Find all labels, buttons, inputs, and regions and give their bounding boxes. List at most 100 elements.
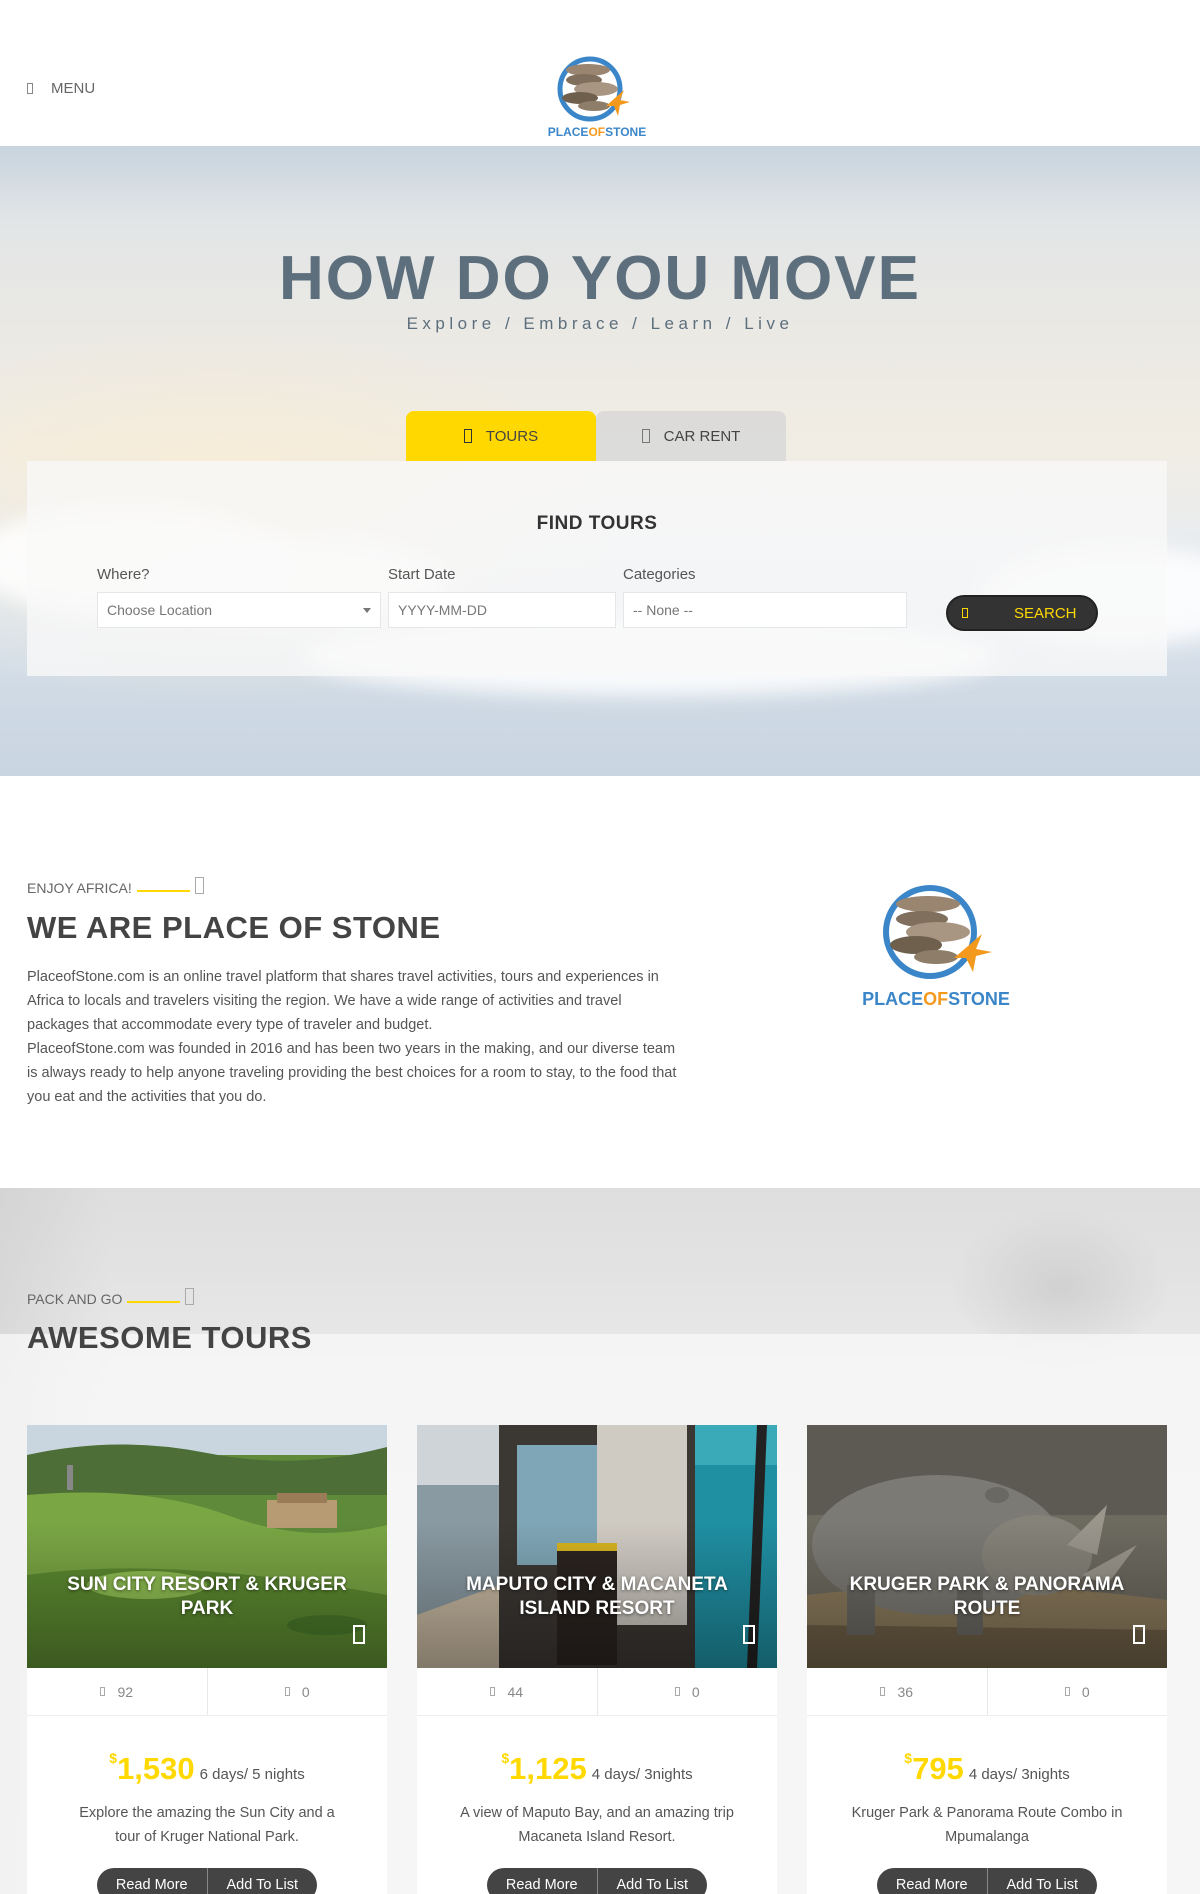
read-more-button[interactable]: Read More	[877, 1868, 988, 1894]
about-kicker: ENJOY AFRICA!	[27, 877, 204, 896]
tour-stats: 44 0	[417, 1668, 777, 1716]
tour-title[interactable]: MAPUTO CITY & MACANETA ISLAND RESORT	[437, 1573, 757, 1621]
location-select[interactable]: Choose Location	[97, 592, 381, 628]
categories-field: Categories -- None --	[623, 566, 907, 628]
place-of-stone-logo-large: PLACEOFSTONE	[862, 885, 1010, 1009]
likes-count: 0	[1081, 1683, 1090, 1700]
eye-icon	[100, 1687, 106, 1696]
tours-kicker-text: PACK AND GO	[27, 1291, 123, 1307]
tab-car-rent-label: CAR RENT	[663, 427, 741, 445]
currency-symbol: $	[904, 1750, 913, 1766]
price-row: $1,125 4 days/ 3nights	[417, 1750, 777, 1787]
start-date-placeholder: YYYY-MM-DD	[398, 602, 487, 618]
heart-icon	[1064, 1687, 1070, 1696]
pin-icon	[194, 877, 204, 894]
tour-card: MAPUTO CITY & MACANETA ISLAND RESORT 44 …	[417, 1425, 777, 1894]
about-text: PlaceofStone.com is an online travel pla…	[27, 965, 677, 1109]
image-overlay	[807, 1425, 1167, 1668]
categories-select[interactable]: -- None --	[623, 592, 907, 628]
tour-duration: 4 days/ 3nights	[968, 1766, 1070, 1783]
likes-stat[interactable]: 0	[988, 1668, 1168, 1715]
tour-duration: 6 days/ 5 nights	[199, 1766, 305, 1783]
place-of-stone-logo[interactable]: PLACEOFSTONE	[540, 56, 654, 142]
views-stat: 36	[807, 1668, 988, 1715]
heart-icon	[284, 1687, 290, 1696]
read-more-button[interactable]: Read More	[487, 1868, 598, 1894]
search-button[interactable]: SEARCH	[946, 595, 1098, 631]
categories-label: Categories	[623, 566, 696, 583]
likes-stat[interactable]: 0	[208, 1668, 388, 1715]
search-button-label: SEARCH	[1014, 604, 1077, 622]
categories-select-value: -- None --	[633, 602, 693, 618]
menu-label: MENU	[51, 80, 96, 97]
pin-icon	[185, 1288, 195, 1305]
tour-price: 795	[912, 1751, 964, 1786]
where-field: Where? Choose Location	[97, 566, 381, 628]
tour-title[interactable]: SUN CITY RESORT & KRUGER PARK	[47, 1573, 367, 1621]
views-count: 92	[117, 1683, 134, 1700]
read-more-button[interactable]: Read More	[97, 1868, 208, 1894]
views-count: 36	[897, 1683, 914, 1700]
price-row: $1,530 6 days/ 5 nights	[27, 1750, 387, 1787]
tab-tours-label: TOURS	[485, 427, 539, 445]
kicker-line	[127, 1301, 181, 1303]
start-date-field: Start Date YYYY-MM-DD	[388, 566, 616, 628]
hero-title: HOW DO YOU MOVE	[278, 244, 921, 313]
image-overlay	[27, 1425, 387, 1668]
tour-actions: Read More Add To List	[487, 1868, 707, 1894]
tour-price: 1,125	[509, 1751, 587, 1786]
hero-subtitle: Explore / Embrace / Learn / Live	[406, 314, 794, 333]
tab-car-rent[interactable]: CAR RENT	[596, 411, 786, 461]
search-icon	[962, 608, 968, 618]
search-heading: FIND TOURS	[536, 513, 658, 534]
menu-icon	[27, 83, 33, 94]
price-row: $795 4 days/ 3nights	[807, 1750, 1167, 1787]
views-stat: 92	[27, 1668, 208, 1715]
tour-card: SUN CITY RESORT & KRUGER PARK 92 0 $1,53…	[27, 1425, 387, 1894]
tour-actions: Read More Add To List	[97, 1868, 317, 1894]
eye-icon	[880, 1687, 886, 1696]
where-label: Where?	[97, 566, 150, 583]
tour-image[interactable]: MAPUTO CITY & MACANETA ISLAND RESORT	[417, 1425, 777, 1668]
tour-stats: 36 0	[807, 1668, 1167, 1716]
svg-text:PLACEOFSTONE: PLACEOFSTONE	[548, 125, 646, 139]
car-icon	[641, 429, 650, 443]
tour-image[interactable]: SUN CITY RESORT & KRUGER PARK	[27, 1425, 387, 1668]
svg-text:PLACEOFSTONE: PLACEOFSTONE	[862, 989, 1010, 1009]
hero-section: HOW DO YOU MOVE Explore / Embrace / Lear…	[0, 146, 1200, 776]
tour-price: 1,530	[117, 1751, 195, 1786]
start-date-label: Start Date	[388, 566, 456, 583]
tour-image[interactable]: KRUGER PARK & PANORAMA ROUTE	[807, 1425, 1167, 1668]
site-header: MENU PLACEOFSTONE	[0, 0, 1200, 146]
tours-kicker: PACK AND GO	[27, 1288, 195, 1307]
add-to-list-button[interactable]: Add To List	[598, 1868, 708, 1894]
search-panel: FIND TOURS Where? Choose Location Start …	[27, 461, 1167, 676]
tab-tours[interactable]: TOURS	[406, 411, 596, 461]
currency-symbol: $	[109, 1750, 118, 1766]
tour-description: Kruger Park & Panorama Route Combo in Mp…	[851, 1805, 1123, 1845]
bookmark-icon[interactable]	[743, 1625, 755, 1644]
tour-duration: 4 days/ 3nights	[591, 1766, 693, 1783]
views-count: 44	[507, 1683, 524, 1700]
about-title: WE ARE PLACE OF STONE	[27, 910, 441, 945]
add-to-list-button[interactable]: Add To List	[208, 1868, 318, 1894]
search-tabs: TOURS CAR RENT	[406, 411, 786, 461]
start-date-input[interactable]: YYYY-MM-DD	[388, 592, 616, 628]
about-paragraph: PlaceofStone.com was founded in 2016 and…	[27, 1041, 677, 1105]
tours-title: AWESOME TOURS	[27, 1320, 312, 1355]
tour-actions: Read More Add To List	[877, 1868, 1097, 1894]
location-select-value: Choose Location	[107, 602, 213, 618]
tour-title[interactable]: KRUGER PARK & PANORAMA ROUTE	[827, 1573, 1147, 1621]
add-to-list-button[interactable]: Add To List	[988, 1868, 1098, 1894]
tour-stats: 92 0	[27, 1668, 387, 1716]
menu-button[interactable]: MENU	[27, 80, 95, 97]
bookmark-icon[interactable]	[353, 1625, 365, 1644]
likes-count: 0	[301, 1683, 310, 1700]
currency-symbol: $	[501, 1750, 510, 1766]
tour-description: A view of Maputo Bay, and an amazing tri…	[460, 1805, 734, 1845]
bookmark-icon[interactable]	[1133, 1625, 1145, 1644]
eye-icon	[490, 1687, 496, 1696]
map-icon	[463, 429, 472, 443]
about-kicker-text: ENJOY AFRICA!	[27, 880, 132, 896]
likes-stat[interactable]: 0	[598, 1668, 778, 1715]
